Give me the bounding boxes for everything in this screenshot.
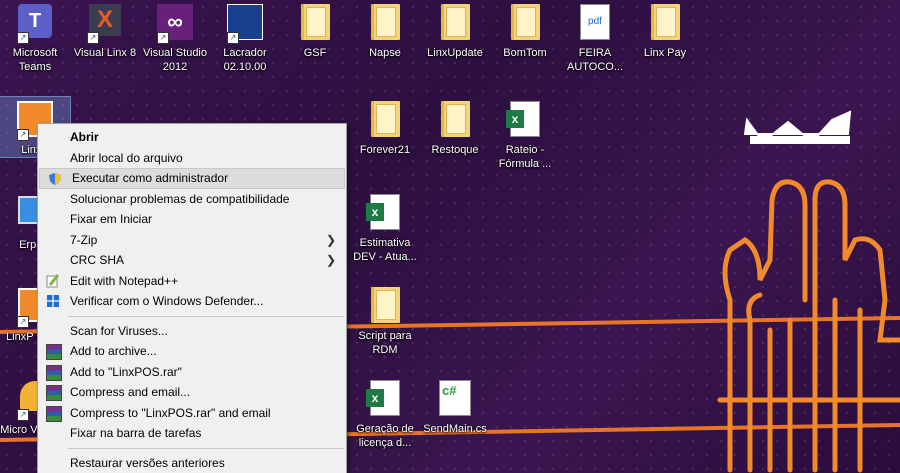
windows-defender-icon (46, 294, 60, 308)
notepadpp-icon (46, 273, 60, 288)
desktop[interactable]: T ↗ Microsoft Teams X ↗ Visual Linx 8 ∞ … (0, 0, 900, 473)
desktop-icon-estimativa[interactable]: x Estimativa DEV - Atua... (350, 190, 420, 264)
icon-label: LinxUpdate (427, 47, 483, 59)
menu-item-label: Compress to "LinxPOS.rar" and email (70, 405, 271, 420)
csharp-file-icon: c# (435, 380, 475, 420)
folder-icon (645, 4, 685, 44)
folder-icon (295, 4, 335, 44)
menu-item-compress-email[interactable]: Compress and email... (38, 382, 346, 403)
menu-item-notepadpp[interactable]: Edit with Notepad++ (38, 271, 346, 292)
folder-icon (435, 101, 475, 141)
icon-label: Forever21 (359, 144, 411, 156)
excel-icon: x (505, 101, 545, 141)
menu-item-label: Verificar com o Windows Defender... (70, 294, 264, 308)
desktop-icon-napse[interactable]: Napse (350, 0, 420, 60)
menu-item-crc-sha[interactable]: CRC SHA ❯ (38, 250, 346, 271)
icon-label: GSF (303, 47, 327, 59)
desktop-icon-gsf[interactable]: GSF (280, 0, 350, 60)
menu-item-label: Executar como administrador (72, 171, 229, 185)
chevron-right-icon: ❯ (325, 232, 336, 247)
icon-label: Geração de licença d... (356, 423, 414, 449)
icon-label: Rateio - Fórmula ... (498, 144, 552, 170)
menu-item-label: Compress and email... (70, 385, 191, 399)
shield-icon (48, 172, 62, 186)
desktop-icon-forever21[interactable]: Forever21 (350, 97, 420, 157)
excel-icon: x (365, 380, 405, 420)
desktop-icon-lacrador[interactable]: ↗ Lacrador 02.10.00 (210, 0, 280, 74)
menu-item-troubleshoot[interactable]: Solucionar problemas de compatibilidade (38, 189, 346, 210)
icon-label: Linx Pay (643, 47, 687, 59)
visual-linx-icon: X ↗ (85, 4, 125, 44)
menu-item-open-file-location[interactable]: Abrir local do arquivo (38, 148, 346, 169)
menu-item-restore-versions[interactable]: Restaurar versões anteriores (38, 453, 346, 473)
icon-label: Visual Linx 8 (73, 47, 137, 59)
winrar-icon (46, 344, 62, 360)
menu-separator (68, 315, 344, 317)
icon-label: Restoque (431, 144, 479, 156)
menu-item-add-linxpos-rar[interactable]: Add to "LinxPOS.rar" (38, 362, 346, 383)
icon-label: BomTom (503, 47, 547, 59)
desktop-icon-script-rdm[interactable]: Script para RDM (350, 283, 420, 357)
pdf-icon: pdf (575, 4, 615, 44)
desktop-icon-feira[interactable]: pdf FEIRA AUTOCO... (560, 0, 630, 74)
menu-item-compress-linxpos-email[interactable]: Compress to "LinxPOS.rar" and email (38, 403, 346, 424)
lacrador-icon: ↗ (225, 4, 265, 44)
menu-item-label: Edit with Notepad++ (70, 273, 179, 288)
icon-label: Estimativa DEV - Atua... (353, 237, 417, 263)
menu-item-add-archive[interactable]: Add to archive... (38, 341, 346, 362)
desktop-icon-visual-linx[interactable]: X ↗ Visual Linx 8 (70, 0, 140, 60)
folder-icon (365, 101, 405, 141)
folder-icon (505, 4, 545, 44)
menu-item-label: Add to archive... (70, 344, 157, 358)
winrar-icon (46, 385, 62, 401)
menu-item-7zip[interactable]: 7-Zip ❯ (38, 230, 346, 251)
desktop-icon-rateio[interactable]: x Rateio - Fórmula ... (490, 97, 560, 171)
desktop-icon-linxupdate[interactable]: LinxUpdate (420, 0, 490, 60)
desktop-icon-teams[interactable]: T ↗ Microsoft Teams (0, 0, 70, 74)
desktop-icon-linx-pay[interactable]: Linx Pay (630, 0, 700, 60)
desktop-icon-restoque[interactable]: Restoque (420, 97, 490, 157)
menu-item-windows-defender[interactable]: Verificar com o Windows Defender... (38, 291, 346, 312)
context-menu: Abrir Abrir local do arquivo Executar co… (37, 123, 347, 473)
icon-label: FEIRA AUTOCO... (566, 47, 624, 73)
desktop-icon-sendmain[interactable]: c# SendMain.cs (420, 376, 490, 436)
excel-icon: x (365, 194, 405, 234)
folder-icon (365, 287, 405, 327)
icon-label: Microsoft Teams (12, 47, 58, 73)
winrar-icon (46, 405, 62, 422)
desktop-icon-bomtom[interactable]: BomTom (490, 0, 560, 60)
menu-item-scan-viruses[interactable]: Scan for Viruses... (38, 321, 346, 342)
menu-item-label: 7-Zip (70, 232, 98, 247)
chevron-right-icon: ❯ (325, 253, 336, 267)
winrar-icon (46, 364, 62, 381)
menu-item-pin-taskbar[interactable]: Fixar na barra de tarefas (38, 423, 346, 444)
visual-studio-icon: ∞ ↗ (155, 4, 195, 44)
desktop-icon-geracao-licenca[interactable]: x Geração de licença d... (350, 376, 420, 450)
menu-item-pin-start[interactable]: Fixar em Iniciar (38, 209, 346, 230)
menu-item-run-as-admin[interactable]: Executar como administrador (39, 168, 345, 189)
teams-icon: T ↗ (15, 4, 55, 44)
folder-icon (365, 4, 405, 44)
menu-separator (68, 447, 344, 449)
desktop-icon-visual-studio[interactable]: ∞ ↗ Visual Studio 2012 (140, 0, 210, 74)
icon-label: SendMain.cs (423, 423, 487, 435)
icon-label: Visual Studio 2012 (142, 47, 207, 73)
menu-item-abrir[interactable]: Abrir (38, 127, 346, 148)
menu-item-label: CRC SHA (70, 253, 125, 267)
menu-item-label: Add to "LinxPOS.rar" (70, 364, 182, 379)
icon-label: Lacrador 02.10.00 (223, 47, 267, 73)
folder-icon (435, 4, 475, 44)
icon-label: Napse (369, 47, 401, 59)
icon-label: Script para RDM (358, 330, 412, 356)
